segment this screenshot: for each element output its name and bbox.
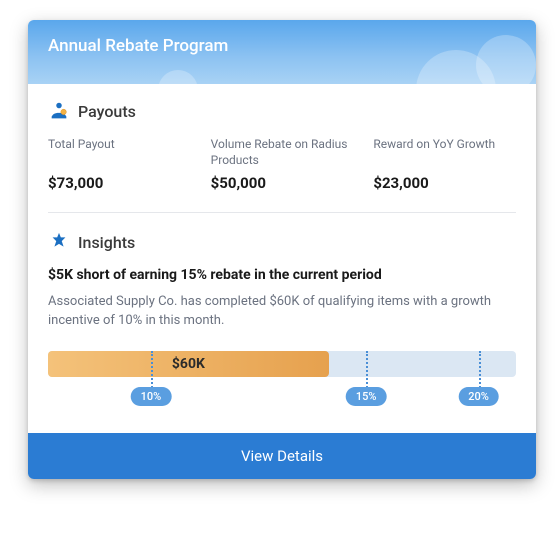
- stat-value: $50,000: [211, 174, 354, 192]
- progress-wrap: $60K 10% 15% 20%: [48, 351, 516, 413]
- card-body: Payouts Total Payout $73,000 Volume Reba…: [28, 84, 536, 433]
- stat-reward-yoy: Reward on YoY Growth $23,000: [373, 136, 516, 192]
- progress-fill: $60K: [48, 351, 329, 377]
- card-header: Annual Rebate Program: [28, 20, 536, 84]
- stat-label: Reward on YoY Growth: [373, 136, 516, 168]
- insight-heading: $5K short of earning 15% rebate in the c…: [48, 267, 516, 283]
- progress-current-label: $60K: [172, 356, 205, 372]
- insights-section-header: Insights: [48, 231, 516, 253]
- insights-title: Insights: [78, 233, 135, 252]
- section-divider: [48, 212, 516, 213]
- stat-total-payout: Total Payout $73,000: [48, 136, 191, 192]
- stat-value: $23,000: [373, 174, 516, 192]
- tick-label: 20%: [458, 387, 499, 406]
- stat-label: Volume Rebate on Radius Products: [211, 136, 354, 168]
- stat-value: $73,000: [48, 174, 191, 192]
- tick-label: 10%: [131, 387, 172, 406]
- insights-icon: [48, 231, 70, 253]
- card-title: Annual Rebate Program: [48, 36, 516, 56]
- view-details-button[interactable]: View Details: [28, 433, 536, 479]
- tick-label: 15%: [346, 387, 387, 406]
- cloud-decoration: [158, 70, 198, 110]
- stat-volume-rebate: Volume Rebate on Radius Products $50,000: [211, 136, 354, 192]
- payouts-title: Payouts: [78, 102, 136, 121]
- payout-icon: [48, 100, 70, 122]
- progress-track: $60K 10% 15% 20%: [48, 351, 516, 377]
- view-details-label: View Details: [241, 447, 323, 465]
- stat-label: Total Payout: [48, 136, 191, 168]
- payout-stats-row: Total Payout $73,000 Volume Rebate on Ra…: [48, 136, 516, 192]
- rebate-program-card: Annual Rebate Program Payouts Total Payo…: [28, 20, 536, 479]
- insight-body: Associated Supply Co. has completed $60K…: [48, 293, 516, 331]
